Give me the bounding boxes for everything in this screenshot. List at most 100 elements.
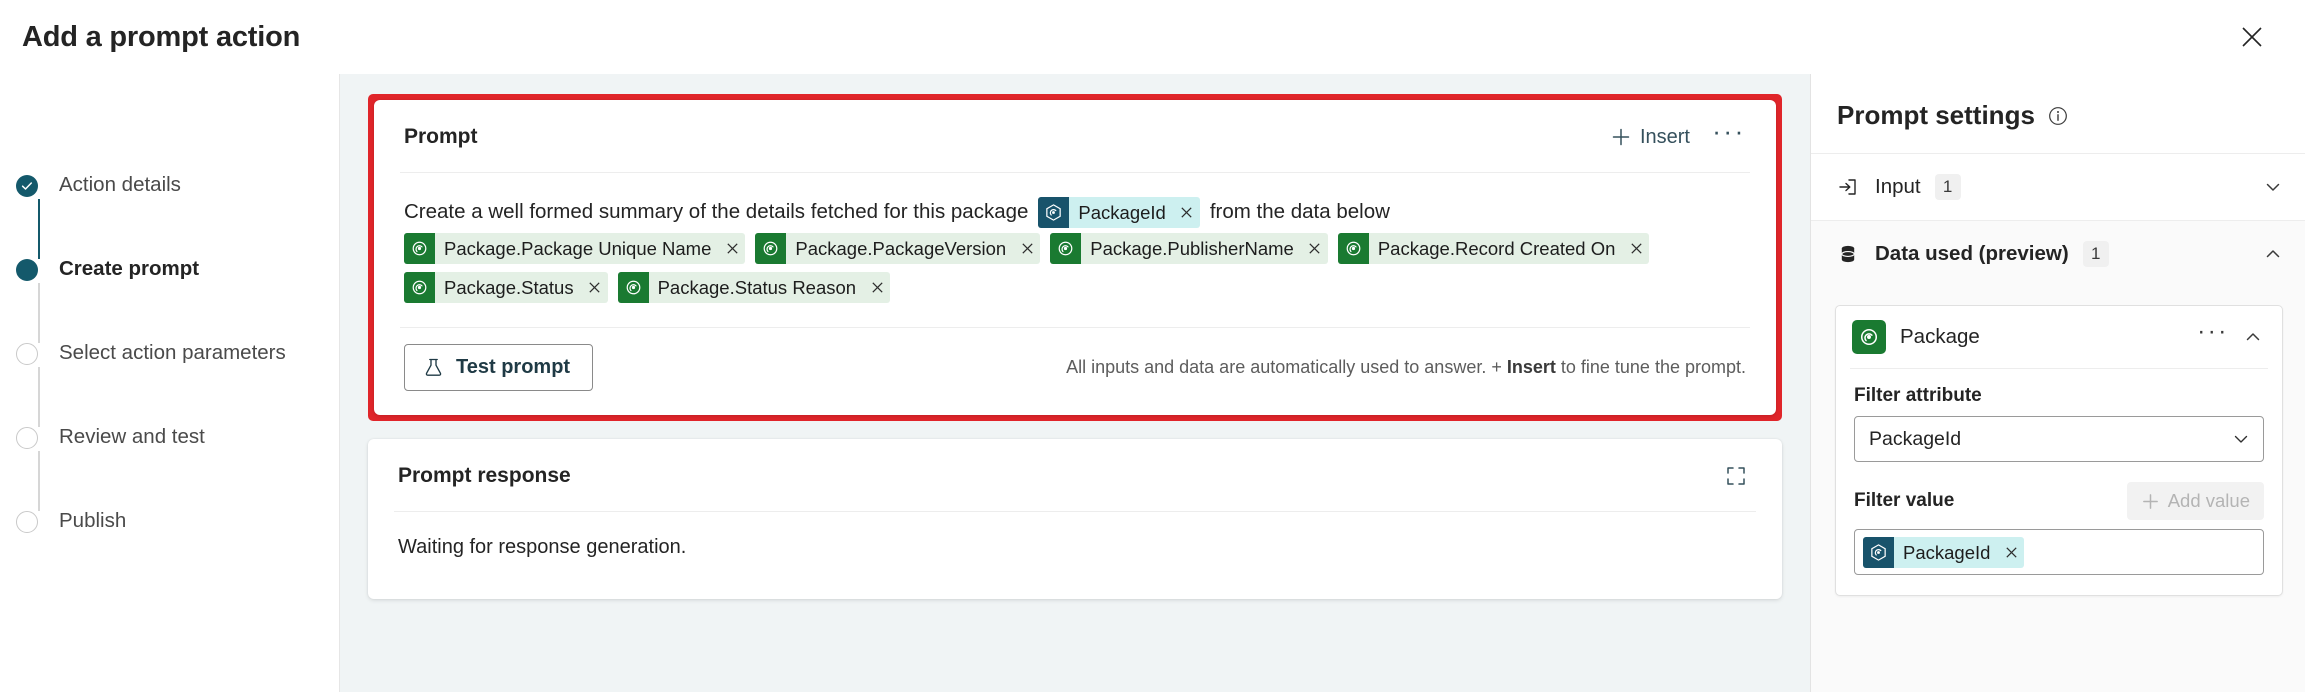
filter-value-box[interactable]: PackageId: [1854, 529, 2264, 575]
entity-card-header[interactable]: Package ···: [1836, 306, 2282, 368]
prompt-response-card: Prompt response Waiting for response gen…: [368, 439, 1782, 599]
insert-button[interactable]: Insert: [1599, 120, 1702, 155]
step-dot-todo: [16, 343, 38, 365]
close-dialog-button[interactable]: [2229, 14, 2275, 60]
input-arrow-icon-glyph: [1839, 179, 1856, 195]
prompt-token-label: PackageId: [1078, 201, 1166, 223]
data-token-remove-button[interactable]: [1623, 233, 1649, 264]
table-icon: [404, 233, 435, 264]
chevron-up-icon-glyph: [2266, 250, 2280, 258]
chevron-up-icon[interactable]: [2263, 244, 2283, 264]
info-icon[interactable]: [2047, 105, 2069, 127]
settings-section-data-used[interactable]: Data used (preview) 1: [1811, 220, 2305, 287]
close-icon: [2242, 27, 2262, 47]
sidebar-item-select-action-parameters[interactable]: Select action parameters: [12, 341, 339, 427]
prompt-editor[interactable]: Create a well formed summary of the deta…: [374, 173, 1776, 311]
data-token-label: Package.PackageVersion: [795, 238, 1007, 259]
data-token-record-created-on[interactable]: Package.Record Created On: [1337, 233, 1650, 264]
insert-button-label: Insert: [1639, 125, 1690, 148]
sidebar-item-label: Review and test: [59, 425, 205, 448]
data-token-status[interactable]: Package.Status: [404, 272, 608, 303]
step-dot-done: [16, 175, 38, 197]
prompt-settings-header: Prompt settings: [1811, 74, 2305, 153]
chevron-down-icon[interactable]: [2263, 177, 2283, 197]
data-token-status-reason[interactable]: Package.Status Reason: [617, 272, 891, 303]
database-icon-glyph: [1841, 245, 1855, 263]
table-icon: [1852, 320, 1886, 354]
sidebar-item-label: Create prompt: [59, 257, 200, 280]
filter-value-token-remove-button[interactable]: [1998, 537, 2024, 568]
step-dot-todo: [16, 511, 38, 533]
filter-value-token-label: PackageId: [1903, 541, 1991, 563]
settings-section-count-badge: 1: [1934, 174, 1961, 200]
prompt-token-packageid[interactable]: PackageId: [1038, 196, 1200, 228]
entity-name: Package: [1900, 325, 1980, 348]
wizard-step-list: Action details Create prompt Select acti…: [0, 173, 339, 594]
filter-value-token-packageid[interactable]: PackageId: [1863, 536, 2025, 568]
prompt-card-footer: Test prompt All inputs and data are auto…: [374, 328, 1776, 415]
data-token-label: Package.Record Created On: [1377, 238, 1616, 259]
data-token-publishername[interactable]: Package.PublisherName: [1050, 233, 1328, 264]
data-token-label: Package.Status Reason: [657, 277, 857, 298]
prompt-settings-panel: Prompt settings Input 1 Data used (previ…: [1810, 74, 2305, 692]
close-icon: [589, 282, 600, 293]
table-icon-glyph: [1860, 328, 1878, 346]
data-token-remove-button[interactable]: [719, 233, 745, 264]
entity-collapse-button[interactable]: [2238, 322, 2268, 352]
entity-more-options-button[interactable]: ···: [2196, 320, 2230, 352]
input-arrow-icon: [1835, 176, 1861, 198]
close-icon: [871, 282, 883, 293]
chevron-down-icon-glyph: [2266, 183, 2280, 191]
data-token-remove-button[interactable]: [1302, 233, 1328, 264]
prompt-card-highlight: Prompt Insert ··· Create a well formed s…: [368, 94, 1782, 421]
prompt-card-header: Prompt Insert ···: [374, 100, 1776, 172]
filter-value-row: Filter value Add value: [1854, 482, 2264, 520]
prompt-card: Prompt Insert ··· Create a well formed s…: [374, 100, 1776, 415]
sidebar-item-review-and-test[interactable]: Review and test: [12, 425, 339, 511]
sidebar-item-label: Select action parameters: [59, 341, 286, 364]
settings-section-label: Input: [1875, 175, 1921, 198]
settings-section-input[interactable]: Input 1: [1811, 153, 2305, 220]
table-icon: [1337, 233, 1369, 264]
data-token-packageversion[interactable]: Package.PackageVersion: [755, 233, 1041, 264]
filter-attribute-select[interactable]: PackageId: [1854, 416, 2264, 462]
table-icon-glyph: [412, 280, 427, 295]
data-token-label: Package.Package Unique Name: [444, 238, 712, 259]
sidebar-item-label: Publish: [59, 509, 127, 532]
step-connector: [38, 283, 41, 343]
add-value-label: Add value: [2167, 490, 2250, 511]
sidebar-item-create-prompt[interactable]: Create prompt: [12, 257, 339, 343]
page-title: Add a prompt action: [22, 20, 301, 53]
package-entity-icon: [1038, 196, 1070, 228]
sidebar-item-action-details[interactable]: Action details: [12, 173, 339, 259]
sidebar-item-label: Action details: [59, 173, 181, 196]
data-token-remove-button[interactable]: [864, 272, 890, 303]
data-token-remove-button[interactable]: [1014, 233, 1040, 264]
step-marker: [12, 174, 42, 197]
filter-attribute-label: Filter attribute: [1854, 385, 1982, 406]
prompt-settings-title: Prompt settings: [1837, 100, 2035, 130]
prompt-more-options-button[interactable]: ···: [1708, 118, 1750, 156]
entity-card-actions: ···: [2196, 320, 2268, 352]
add-prompt-action-dialog: Add a prompt action Action details Creat…: [0, 0, 2305, 692]
token-row: Package.Status Package.Status Reason: [404, 272, 1746, 303]
data-token-package-unique-name[interactable]: Package.Package Unique Name: [404, 233, 746, 264]
expand-response-button[interactable]: [1716, 457, 1756, 495]
add-value-button[interactable]: Add value: [2126, 482, 2264, 520]
prompt-data-tokens: Package.Package Unique Name Package.Pack…: [404, 233, 1746, 303]
database-icon: [1835, 243, 1861, 265]
hint-part-2: to fine tune the prompt.: [1555, 357, 1746, 377]
step-dot-current: [16, 259, 38, 281]
token-row: Package.Package Unique Name Package.Pack…: [404, 233, 1746, 264]
step-connector: [38, 451, 41, 511]
test-prompt-button[interactable]: Test prompt: [404, 344, 594, 391]
prompt-first-line: Create a well formed summary of the deta…: [404, 195, 1746, 229]
plus-icon: [2142, 493, 2158, 509]
data-token-remove-button[interactable]: [582, 272, 608, 303]
step-dot-todo: [16, 427, 38, 449]
table-icon-glyph: [764, 241, 778, 256]
prompt-token-remove-button[interactable]: [1174, 197, 1200, 228]
sidebar-item-publish[interactable]: Publish: [12, 509, 339, 594]
step-marker: [12, 510, 42, 533]
close-icon: [1309, 243, 1320, 254]
